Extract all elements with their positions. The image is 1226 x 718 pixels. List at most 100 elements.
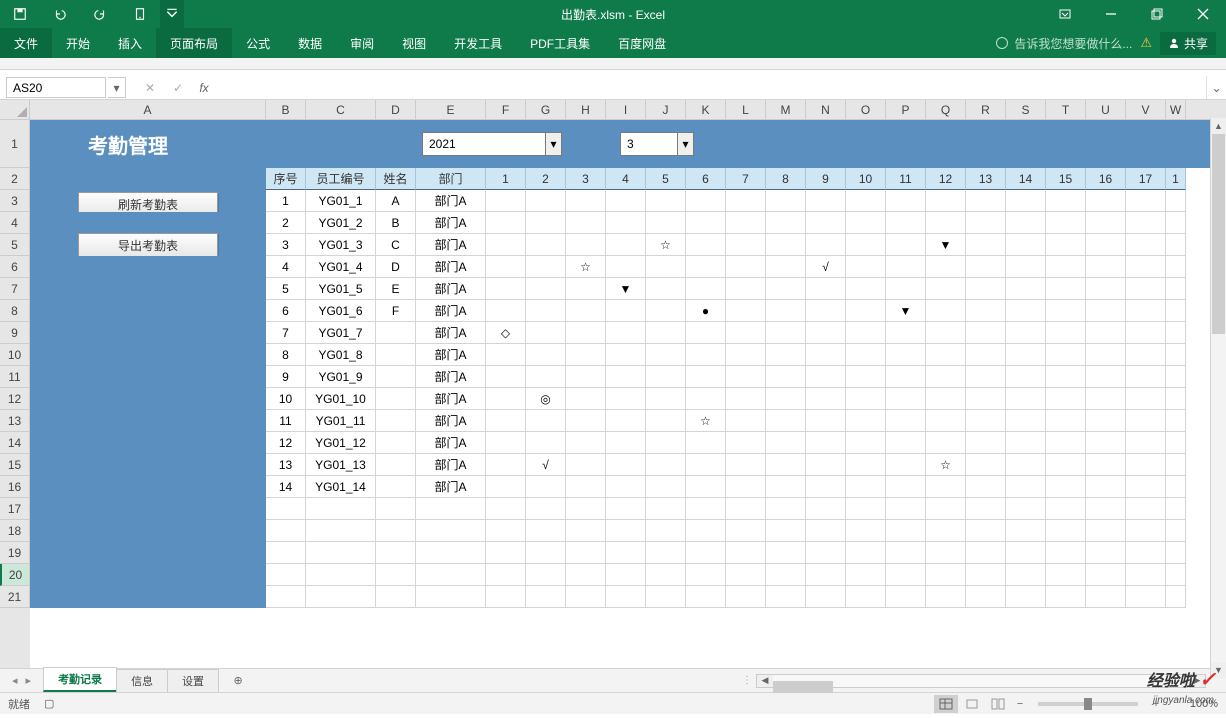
cell-U16[interactable] [1086,476,1126,498]
cell-B14[interactable]: 12 [266,432,306,454]
cell-R16[interactable] [966,476,1006,498]
cell-R14[interactable] [966,432,1006,454]
cell-T18[interactable] [1046,520,1086,542]
cell-T5[interactable] [1046,234,1086,256]
cell-L11[interactable] [726,366,766,388]
cell-V10[interactable] [1126,344,1166,366]
cell-K13[interactable]: ☆ [686,410,726,432]
cell-B18[interactable] [266,520,306,542]
cell-B9[interactable]: 7 [266,322,306,344]
cell-M8[interactable] [766,300,806,322]
cell-I12[interactable] [606,388,646,410]
cell-C4[interactable]: YG01_2 [306,212,376,234]
cell-I9[interactable] [606,322,646,344]
cell-M4[interactable] [766,212,806,234]
cell-T12[interactable] [1046,388,1086,410]
cell-B20[interactable] [266,564,306,586]
cell-W19[interactable] [1166,542,1186,564]
col-header-R[interactable]: R [966,100,1006,119]
cell-H14[interactable] [566,432,606,454]
cell-T19[interactable] [1046,542,1086,564]
cell-Q12[interactable] [926,388,966,410]
row-header-18[interactable]: 18 [0,520,30,542]
cell-I17[interactable] [606,498,646,520]
cell-B16[interactable]: 14 [266,476,306,498]
cell-H15[interactable] [566,454,606,476]
cell-R9[interactable] [966,322,1006,344]
cell-Q20[interactable] [926,564,966,586]
cell-R2[interactable]: 13 [966,168,1006,190]
cell-F21[interactable] [486,586,526,608]
cell-R15[interactable] [966,454,1006,476]
cell-C5[interactable]: YG01_3 [306,234,376,256]
cell-F17[interactable] [486,498,526,520]
cell-T8[interactable] [1046,300,1086,322]
cell-L16[interactable] [726,476,766,498]
cell-I15[interactable] [606,454,646,476]
cell-N13[interactable] [806,410,846,432]
cell-D4[interactable]: B [376,212,416,234]
cell-D21[interactable] [376,586,416,608]
cell-V6[interactable] [1126,256,1166,278]
cell-J18[interactable] [646,520,686,542]
ribbon-tab-2[interactable]: 插入 [104,28,156,58]
cell-H7[interactable] [566,278,606,300]
cell-M21[interactable] [766,586,806,608]
cell-I21[interactable] [606,586,646,608]
cell-P19[interactable] [886,542,926,564]
cell-J15[interactable] [646,454,686,476]
zoom-slider[interactable] [1038,702,1138,706]
cell-J7[interactable] [646,278,686,300]
cell-Q15[interactable]: ☆ [926,454,966,476]
cell-P21[interactable] [886,586,926,608]
cell-P8[interactable]: ▼ [886,300,926,322]
cell-Q2[interactable]: 12 [926,168,966,190]
cell-Q3[interactable] [926,190,966,212]
cell-R13[interactable] [966,410,1006,432]
cell-D6[interactable]: D [376,256,416,278]
cell-D12[interactable] [376,388,416,410]
cell-Q7[interactable] [926,278,966,300]
cell-M3[interactable] [766,190,806,212]
cell-S4[interactable] [1006,212,1046,234]
cell-W9[interactable] [1166,322,1186,344]
warning-icon[interactable]: ⚠ [1140,35,1152,51]
cell-T17[interactable] [1046,498,1086,520]
cell-K11[interactable] [686,366,726,388]
cell-K5[interactable] [686,234,726,256]
cell-J10[interactable] [646,344,686,366]
cell-B11[interactable]: 9 [266,366,306,388]
cell-R10[interactable] [966,344,1006,366]
cell-E17[interactable] [416,498,486,520]
cell-H9[interactable] [566,322,606,344]
cell-Q16[interactable] [926,476,966,498]
cell-C19[interactable] [306,542,376,564]
cell-N12[interactable] [806,388,846,410]
cell-V14[interactable] [1126,432,1166,454]
cell-G12[interactable]: ◎ [526,388,566,410]
cell-P20[interactable] [886,564,926,586]
cell-F16[interactable] [486,476,526,498]
cell-I16[interactable] [606,476,646,498]
cell-R4[interactable] [966,212,1006,234]
cell-M5[interactable] [766,234,806,256]
cell-P18[interactable] [886,520,926,542]
cell-S17[interactable] [1006,498,1046,520]
scroll-left-button[interactable]: ◀ [757,675,773,687]
cell-Q4[interactable] [926,212,966,234]
month-dropdown[interactable]: 3▾ [620,132,694,156]
cell-J6[interactable] [646,256,686,278]
cell-U18[interactable] [1086,520,1126,542]
cell-F3[interactable] [486,190,526,212]
cell-T10[interactable] [1046,344,1086,366]
cell-M7[interactable] [766,278,806,300]
cell-U12[interactable] [1086,388,1126,410]
ribbon-tab-3[interactable]: 页面布局 [156,28,232,58]
fx-button[interactable]: fx [192,76,216,99]
row-header-8[interactable]: 8 [0,300,30,322]
col-header-P[interactable]: P [886,100,926,119]
ribbon-tab-8[interactable]: 开发工具 [440,28,516,58]
cell-U21[interactable] [1086,586,1126,608]
cell-U3[interactable] [1086,190,1126,212]
cell-C12[interactable]: YG01_10 [306,388,376,410]
